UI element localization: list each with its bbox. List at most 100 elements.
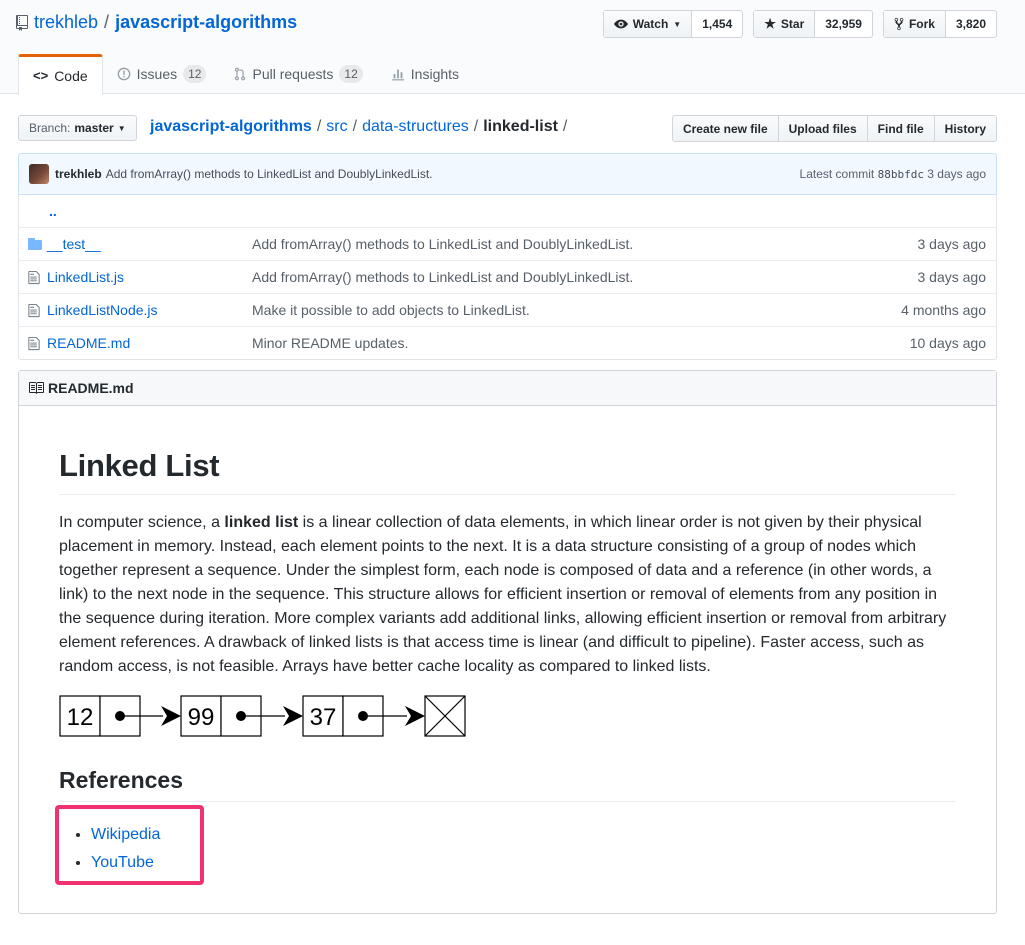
create-new-file-button[interactable]: Create new file [673,116,779,141]
eye-icon [613,19,628,29]
list-item: YouTube [91,849,160,877]
book-icon [29,382,44,394]
table-row: __test__ Add fromArray() methods to Link… [19,227,996,260]
tab-code-label: Code [54,67,88,84]
commit-tease: trekhleb Add fromArray() methods to Link… [18,153,997,195]
file-commit-message-link[interactable]: Add fromArray() methods to LinkedList an… [252,269,633,285]
watch-count[interactable]: 1,454 [692,11,742,37]
repo-owner-link[interactable]: trekhleb [34,12,98,33]
file-name-link[interactable]: README.md [47,335,130,351]
fork-icon [894,17,904,31]
readme-para-pre: In computer science, a [59,514,225,531]
file-age: 10 days ago [909,335,986,351]
folder-icon [19,238,47,250]
branch-select-button[interactable]: Branch: master ▼ [18,115,137,141]
commit-sha-link[interactable]: 88bbfdc [878,168,924,181]
tab-issues[interactable]: Issues 12 [103,54,221,94]
file-icon [19,270,47,285]
chevron-down-icon: ▼ [117,123,126,133]
table-row: README.md Minor README updates. 10 days … [19,326,996,359]
readme-filename: README.md [48,380,134,396]
latest-commit-info: Latest commit 88bbfdc 3 days ago [800,167,986,181]
readme-para-bold: linked list [224,514,299,531]
reference-link-youtube[interactable]: YouTube [91,854,154,871]
table-row-up: .. [19,194,996,227]
breadcrumb: javascript-algorithms / src / data-struc… [150,118,567,136]
fork-count[interactable]: 3,820 [946,11,996,37]
repo-title: trekhleb / javascript-algorithms [16,12,297,33]
star-button[interactable]: ★ Star [754,11,816,37]
arrow-icon [405,706,425,726]
references-heading: References [59,767,956,802]
commit-age: 3 days ago [927,167,986,181]
readme-para-post: is a linear collection of data elements,… [59,514,947,675]
watch-group: Watch ▼ 1,454 [602,10,744,38]
file-name-link[interactable]: LinkedListNode.js [47,302,158,318]
linked-list-diagram: 12 99 37 [59,695,956,739]
tab-insights[interactable]: Insights [377,54,473,94]
file-table: .. __test__ Add fromArray() methods to L… [18,194,997,360]
breadcrumb-root-link[interactable]: javascript-algorithms [150,118,312,136]
breadcrumb-separator: / [316,118,322,135]
repo-separator: / [104,12,110,32]
breadcrumb-separator: / [352,118,358,135]
watch-label: Watch [632,17,669,31]
breadcrumb-current: linked-list [483,118,558,135]
issue-icon [117,67,130,81]
avatar[interactable] [29,164,49,184]
file-commit-message-link[interactable]: Minor README updates. [252,335,408,351]
references-list: Wikipedia YouTube [71,821,160,877]
readme-title: Linked List [59,448,956,495]
breadcrumb-data-structures-link[interactable]: data-structures [362,118,469,136]
branch-label: Branch: [29,121,71,135]
tab-code[interactable]: <> Code [18,54,103,95]
list-item: Wikipedia [91,821,160,849]
file-name-link[interactable]: __test__ [47,236,101,252]
repo-icon [16,14,28,31]
file-name-link[interactable]: LinkedList.js [47,269,124,285]
reference-link-wikipedia[interactable]: Wikipedia [91,826,160,843]
arrow-icon [161,706,181,726]
file-navigation: Branch: master ▼ javascript-algorithms /… [18,115,997,142]
commit-author-link[interactable]: trekhleb [55,167,102,181]
table-row: LinkedList.js Add fromArray() methods to… [19,260,996,293]
repo-nav: <> Code Issues 12 Pull requests 12 Insig… [18,54,473,95]
find-file-button[interactable]: Find file [868,116,935,141]
latest-commit-label: Latest commit [799,167,875,181]
tab-insights-label: Insights [410,66,460,82]
file-commit-message-link[interactable]: Make it possible to add objects to Linke… [252,302,530,318]
breadcrumb-separator: / [473,118,479,135]
watch-button[interactable]: Watch ▼ [603,11,693,37]
graph-icon [391,69,404,81]
file-commit-message-link[interactable]: Add fromArray() methods to LinkedList an… [252,236,633,252]
fork-label: Fork [908,17,935,31]
history-button[interactable]: History [935,116,996,141]
tab-pull-requests[interactable]: Pull requests 12 [220,54,376,94]
fork-group: Fork 3,820 [882,10,997,38]
linked-list-diagram-svg: 12 99 37 [59,695,466,737]
file-icon [19,336,47,351]
readme-body: Linked List In computer science, a linke… [19,448,996,802]
pagehead-actions: Watch ▼ 1,454 ★ Star 32,959 Fork 3,820 [602,10,997,38]
star-count[interactable]: 32,959 [815,11,872,37]
breadcrumb-src-link[interactable]: src [326,118,347,136]
star-group: ★ Star 32,959 [753,10,873,38]
star-label: Star [780,17,805,31]
node-value: 99 [188,704,215,731]
readme-panel: README.md Linked List In computer scienc… [18,370,997,914]
branch-value: master [74,121,114,135]
tab-issues-label: Issues [136,66,178,82]
star-icon: ★ [764,16,776,31]
readme-header: README.md [19,371,996,406]
table-row: LinkedListNode.js Make it possible to ad… [19,293,996,326]
breadcrumb-separator: / [562,118,568,135]
repo-name-link[interactable]: javascript-algorithms [115,12,297,33]
commit-message-link[interactable]: Add fromArray() methods to LinkedList an… [106,167,433,181]
file-age: 3 days ago [917,236,987,252]
parent-directory-link[interactable]: .. [19,203,57,219]
fork-button[interactable]: Fork [883,11,946,37]
upload-files-button[interactable]: Upload files [779,116,868,141]
repo-header: trekhleb / javascript-algorithms Watch ▼… [0,0,1025,95]
code-icon: <> [33,68,49,83]
tab-pull-requests-label: Pull requests [252,66,334,82]
